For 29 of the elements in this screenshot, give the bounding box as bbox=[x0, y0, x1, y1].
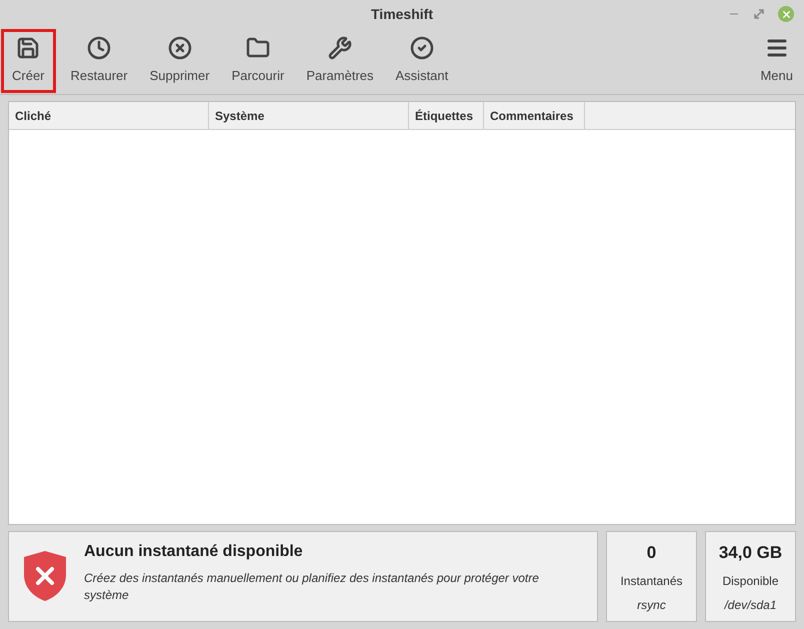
close-button[interactable] bbox=[778, 6, 794, 22]
clock-icon bbox=[87, 36, 112, 60]
status-title: Aucun instantané disponible bbox=[84, 542, 304, 562]
window-title: Timeshift bbox=[371, 4, 433, 24]
x-circle-icon bbox=[168, 36, 192, 60]
stat-value: 34,0 GB bbox=[718, 542, 782, 564]
check-circle-icon bbox=[410, 36, 434, 60]
toolbar-button[interactable]: Créer bbox=[1, 29, 56, 93]
toolbar-button[interactable]: Supprimer bbox=[138, 29, 221, 93]
stat-source: /dev/sda1 bbox=[724, 596, 777, 614]
close-icon bbox=[780, 8, 792, 20]
column-header[interactable]: Système bbox=[209, 102, 409, 129]
stat-value: 0 bbox=[646, 542, 656, 564]
toolbar-button[interactable]: Parcourir bbox=[220, 29, 296, 93]
column-header[interactable]: Étiquettes bbox=[409, 102, 484, 129]
toolbar-button[interactable]: Paramètres bbox=[295, 29, 385, 93]
status-message: Créez des instantanés manuellement ou planifiez des instantanés pour protéger votre système bbox=[84, 570, 540, 604]
column-header[interactable]: Cliché bbox=[9, 102, 209, 129]
stat-label: Instantanés bbox=[620, 572, 683, 590]
toolbar-button[interactable]: Assistant bbox=[384, 29, 460, 93]
stat-source: rsync bbox=[637, 596, 666, 614]
stat-label: Disponible bbox=[722, 572, 779, 590]
toolbar-button[interactable]: Restaurer bbox=[60, 29, 139, 93]
menu-button[interactable]: Menu bbox=[750, 28, 803, 94]
folder-icon bbox=[246, 36, 270, 60]
column-header[interactable]: Commentaires bbox=[484, 102, 585, 129]
wrench-icon bbox=[328, 36, 352, 60]
maximize-icon[interactable] bbox=[754, 9, 764, 19]
shield-x-icon bbox=[22, 550, 68, 602]
